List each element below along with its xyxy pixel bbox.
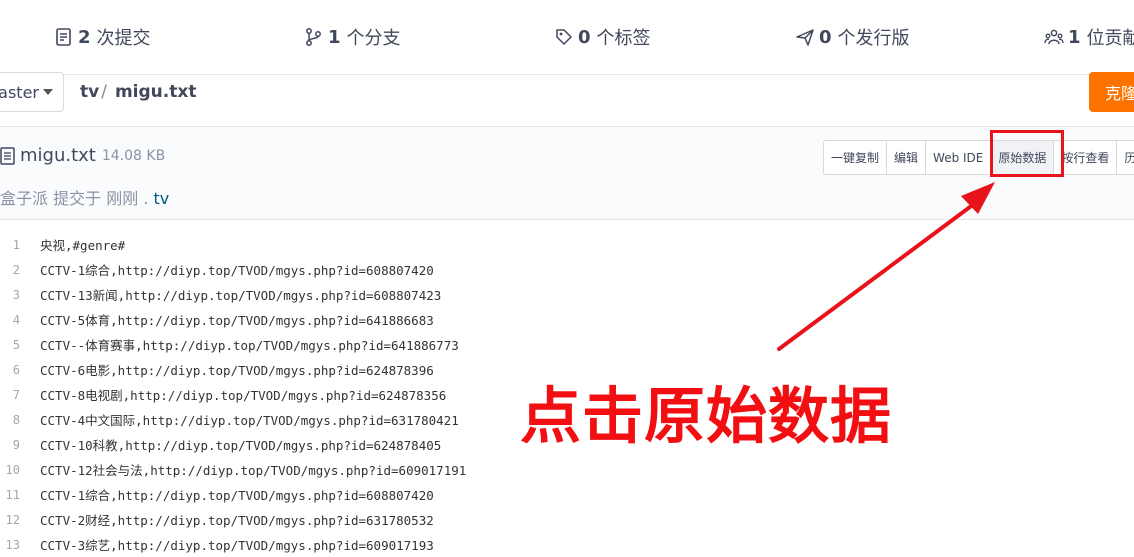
caret-down-icon	[43, 89, 53, 95]
releases-stat[interactable]: 0 个发行版	[795, 24, 910, 50]
code-line: 3 CCTV-13新闻,http://diyp.top/TVOD/mgys.php…	[0, 282, 700, 307]
line-text: 央视,#genre#	[40, 238, 126, 253]
commit-dot: .	[143, 189, 149, 208]
line-number[interactable]: 4	[0, 313, 20, 327]
line-text: CCTV-1综合,http://diyp.top/TVOD/mgys.php?i…	[40, 263, 434, 278]
raw-data-highlight-box	[990, 130, 1064, 177]
file-name: migu.txt	[20, 145, 96, 166]
file-toolbar: 一键复制 编辑 Web IDE 原始数据 按行查看 历	[823, 140, 1134, 175]
annotation-text: 点击原始数据	[520, 381, 893, 452]
web-ide-button[interactable]: Web IDE	[926, 141, 992, 174]
line-number[interactable]: 7	[0, 388, 20, 402]
tags-label: 个标签	[596, 28, 651, 49]
line-text: CCTV-12社会与法,http://diyp.top/TVOD/mgys.ph…	[40, 463, 467, 478]
breadcrumb-folder[interactable]: tv	[80, 82, 99, 102]
branch-selector[interactable]: aster	[0, 72, 64, 112]
edit-button[interactable]: 编辑	[887, 141, 927, 174]
file-title: migu.txt 14.08 KB	[0, 145, 165, 166]
breadcrumb-file: migu.txt	[114, 82, 197, 102]
contributors-count: 1	[1068, 26, 1081, 48]
line-text: CCTV-13新闻,http://diyp.top/TVOD/mgys.php?…	[40, 288, 442, 303]
line-text: CCTV-10科教,http://diyp.top/TVOD/mgys.php?…	[40, 438, 442, 453]
code-line: 4 CCTV-5体育,http://diyp.top/TVOD/mgys.php?…	[0, 307, 700, 332]
repo-stats-bar: 2 次提交 1 个分支 0 个标签 0 个发行版 1 位贡献	[0, 0, 1134, 75]
commit-history-icon	[54, 27, 74, 47]
code-line: 13 CCTV-3综艺,http://diyp.top/TVOD/mgys.php…	[0, 532, 700, 557]
history-button[interactable]: 历	[1117, 141, 1134, 174]
line-number[interactable]: 6	[0, 363, 20, 377]
line-text: CCTV-8电视剧,http://diyp.top/TVOD/mgys.php?…	[40, 388, 447, 403]
breadcrumb: tv / migu.txt	[80, 82, 196, 102]
line-number[interactable]: 8	[0, 413, 20, 427]
commit-author[interactable]: 盒子派	[0, 189, 48, 208]
branches-stat[interactable]: 1 个分支	[304, 24, 401, 50]
line-number[interactable]: 11	[0, 488, 20, 502]
commit-branch-link[interactable]: tv	[154, 189, 170, 208]
contributors-stat[interactable]: 1 位贡献	[1044, 24, 1134, 50]
releases-label: 个发行版	[837, 28, 910, 49]
commits-stat[interactable]: 2 次提交	[54, 24, 151, 50]
line-number[interactable]: 9	[0, 438, 20, 452]
commit-time: 刚刚	[106, 189, 139, 208]
copy-all-button[interactable]: 一键复制	[824, 141, 888, 174]
clone-button[interactable]: 克隆	[1089, 72, 1134, 112]
commits-count: 2	[78, 26, 91, 48]
line-number[interactable]: 3	[0, 288, 20, 302]
line-number[interactable]: 10	[0, 463, 20, 477]
file-size: 14.08 KB	[101, 147, 166, 164]
line-number[interactable]: 2	[0, 263, 20, 277]
contributors-icon	[1044, 27, 1064, 47]
line-text: CCTV-3综艺,http://diyp.top/TVOD/mgys.php?i…	[40, 538, 434, 553]
line-text: CCTV-2财经,http://diyp.top/TVOD/mgys.php?i…	[40, 513, 434, 528]
release-send-icon	[795, 27, 815, 47]
code-line: 12 CCTV-2财经,http://diyp.top/TVOD/mgys.php…	[0, 507, 700, 532]
line-number[interactable]: 1	[0, 238, 20, 252]
tags-stat[interactable]: 0 个标签	[554, 24, 651, 50]
line-text: CCTV-5体育,http://diyp.top/TVOD/mgys.php?i…	[40, 313, 434, 328]
branch-icon	[304, 27, 324, 47]
code-line: 2 CCTV-1综合,http://diyp.top/TVOD/mgys.php?…	[0, 257, 700, 282]
branch-name: aster	[0, 82, 39, 102]
commit-action: 提交于	[53, 189, 102, 208]
contributors-label: 位贡献	[1086, 28, 1134, 49]
line-text: CCTV-4中文国际,http://diyp.top/TVOD/mgys.php…	[40, 413, 459, 428]
branches-count: 1	[328, 26, 341, 48]
code-line: 11 CCTV-1综合,http://diyp.top/TVOD/mgys.php…	[0, 482, 700, 507]
tag-icon	[554, 27, 574, 47]
code-line: 10 CCTV-12社会与法,http://diyp.top/TVOD/mgys.…	[0, 457, 700, 482]
clone-button-label: 克隆	[1105, 84, 1134, 103]
latest-commit-info: 盒子派 提交于 刚刚 . tv	[0, 185, 169, 209]
code-line: 1 央视,#genre#	[0, 232, 700, 257]
commits-label: 次提交	[96, 28, 151, 49]
file-text-icon	[0, 146, 16, 165]
line-text: CCTV--体育赛事,http://diyp.top/TVOD/mgys.php…	[40, 338, 459, 353]
line-text: CCTV-1综合,http://diyp.top/TVOD/mgys.php?i…	[40, 488, 434, 503]
releases-count: 0	[819, 26, 832, 48]
code-line: 5 CCTV--体育赛事,http://diyp.top/TVOD/mgys.ph…	[0, 332, 700, 357]
tags-count: 0	[578, 26, 591, 48]
line-text: CCTV-6电影,http://diyp.top/TVOD/mgys.php?i…	[40, 363, 434, 378]
line-number[interactable]: 12	[0, 513, 20, 527]
line-number[interactable]: 13	[0, 538, 20, 552]
branches-label: 个分支	[346, 28, 401, 49]
breadcrumb-separator: /	[101, 82, 107, 102]
line-number[interactable]: 5	[0, 338, 20, 352]
